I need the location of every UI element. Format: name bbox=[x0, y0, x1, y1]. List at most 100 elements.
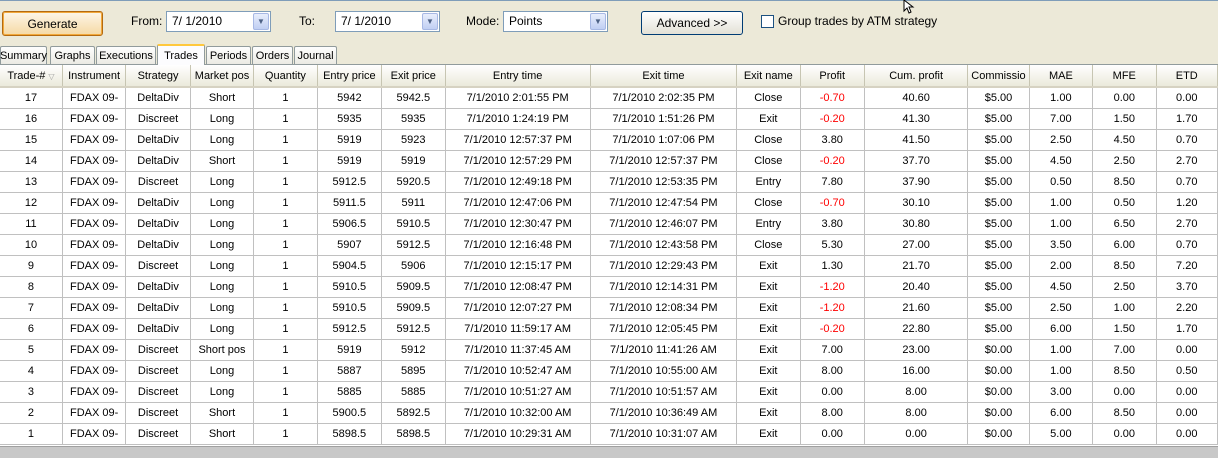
column-header-label: Entry time bbox=[492, 69, 543, 82]
column-header-mfe[interactable]: MFE bbox=[1092, 65, 1157, 88]
column-header-exit-time[interactable]: Exit time bbox=[590, 65, 738, 88]
table-cell: 3.80 bbox=[800, 213, 865, 235]
column-header-quantity[interactable]: Quantity bbox=[253, 65, 318, 88]
table-cell: 5892.5 bbox=[381, 402, 446, 424]
table-cell: FDAX 09- bbox=[62, 87, 127, 109]
table-cell: 5906.5 bbox=[317, 213, 383, 235]
group-trades-checkbox[interactable] bbox=[761, 15, 774, 28]
from-date-picker[interactable]: 7/ 1/2010 ▼ bbox=[166, 11, 271, 32]
tab-journal[interactable]: Journal bbox=[294, 46, 337, 64]
table-row[interactable]: 17 FDAX 09- DeltaDiv Short 1 5942 5942.5 7/1/20… bbox=[0, 87, 1218, 109]
generate-button[interactable]: Generate bbox=[2, 11, 103, 36]
table-row[interactable]: 15 FDAX 09- DeltaDiv Long 1 5919 5923 7/1/2010 … bbox=[0, 129, 1218, 151]
table-cell: 0.00 bbox=[1156, 339, 1218, 361]
tab-periods[interactable]: Periods bbox=[206, 46, 251, 64]
table-cell: 1.00 bbox=[1029, 192, 1094, 214]
table-cell: $0.00 bbox=[967, 360, 1030, 382]
mode-select[interactable]: Points ▼ bbox=[503, 11, 608, 32]
table-cell: 7/1/2010 11:59:17 AM bbox=[445, 318, 591, 340]
table-cell: DeltaDiv bbox=[125, 213, 191, 235]
table-cell: Discreet bbox=[125, 171, 191, 193]
table-cell: 8.00 bbox=[864, 402, 969, 424]
table-cell: 5910.5 bbox=[381, 213, 446, 235]
table-cell: 0.00 bbox=[1092, 381, 1157, 403]
table-row[interactable]: 8 FDAX 09- DeltaDiv Long 1 5910.5 5909.5 7/1/20… bbox=[0, 276, 1218, 298]
chevron-down-icon[interactable]: ▼ bbox=[590, 13, 606, 30]
table-row[interactable]: 9 FDAX 09- Discreet Long 1 5904.5 5906 7/1/2010… bbox=[0, 255, 1218, 277]
column-header-exit-name[interactable]: Exit name bbox=[736, 65, 801, 88]
table-cell: $5.00 bbox=[967, 192, 1030, 214]
table-cell: 2.20 bbox=[1156, 297, 1218, 319]
tab-trades[interactable]: Trades bbox=[157, 44, 205, 65]
chevron-down-icon[interactable]: ▼ bbox=[253, 13, 269, 30]
table-cell: 1 bbox=[253, 339, 318, 361]
table-row[interactable]: 7 FDAX 09- DeltaDiv Long 1 5910.5 5909.5 7/1/20… bbox=[0, 297, 1218, 319]
table-cell: -0.70 bbox=[800, 192, 865, 214]
table-row[interactable]: 14 FDAX 09- DeltaDiv Short 1 5919 5919 7/1/2010… bbox=[0, 150, 1218, 172]
table-row[interactable]: 4 FDAX 09- Discreet Long 1 5887 5895 7/1/2010 1… bbox=[0, 360, 1218, 382]
trades-grid[interactable]: Trade-# ▽ Instrument Strategy Market pos Quan… bbox=[0, 64, 1218, 446]
table-row[interactable]: 13 FDAX 09- Discreet Long 1 5912.5 5920.5 7/1/2… bbox=[0, 171, 1218, 193]
table-row[interactable]: 16 FDAX 09- Discreet Long 1 5935 5935 7/1/2010 … bbox=[0, 108, 1218, 130]
table-cell: 6.00 bbox=[1092, 234, 1157, 256]
table-cell: $5.00 bbox=[967, 234, 1030, 256]
table-cell: 7/1/2010 2:01:55 PM bbox=[445, 87, 591, 109]
column-header-exit-price[interactable]: Exit price bbox=[381, 65, 446, 88]
chevron-down-icon[interactable]: ▼ bbox=[422, 13, 438, 30]
table-row[interactable]: 11 FDAX 09- DeltaDiv Long 1 5906.5 5910.5 7/1/2… bbox=[0, 213, 1218, 235]
table-cell: 5920.5 bbox=[381, 171, 446, 193]
advanced-button[interactable]: Advanced >> bbox=[641, 11, 743, 35]
table-cell: FDAX 09- bbox=[62, 339, 127, 361]
table-cell: Exit bbox=[736, 423, 801, 445]
column-header-market-pos[interactable]: Market pos bbox=[190, 65, 255, 88]
table-row[interactable]: 10 FDAX 09- DeltaDiv Long 1 5907 5912.5 7/1/201… bbox=[0, 234, 1218, 256]
tab-orders[interactable]: Orders bbox=[252, 46, 293, 64]
table-cell: Long bbox=[190, 234, 255, 256]
column-header-entry-time[interactable]: Entry time bbox=[445, 65, 591, 88]
table-cell: 2.70 bbox=[1156, 213, 1218, 235]
table-cell: 7/1/2010 11:41:26 AM bbox=[590, 339, 738, 361]
table-cell: 1.50 bbox=[1092, 318, 1157, 340]
table-cell: 1 bbox=[253, 381, 318, 403]
table-cell: 7/1/2010 12:16:48 PM bbox=[445, 234, 591, 256]
column-header-mae[interactable]: MAE bbox=[1029, 65, 1094, 88]
to-date-value: 7/ 1/2010 bbox=[341, 14, 392, 28]
column-header-cum-profit[interactable]: Cum. profit bbox=[864, 65, 969, 88]
column-header-etd[interactable]: ETD bbox=[1156, 65, 1218, 88]
column-header-profit[interactable]: Profit bbox=[800, 65, 865, 88]
table-row[interactable]: 1 FDAX 09- Discreet Short 1 5898.5 5898.5 7/1/2… bbox=[0, 423, 1218, 445]
table-row[interactable]: 12 FDAX 09- DeltaDiv Long 1 5911.5 5911 7/1/201… bbox=[0, 192, 1218, 214]
table-cell: 13 bbox=[0, 171, 63, 193]
column-header-trade[interactable]: Trade-# ▽ bbox=[0, 65, 63, 88]
table-cell: 1.30 bbox=[800, 255, 865, 277]
table-row[interactable]: 6 FDAX 09- DeltaDiv Long 1 5912.5 5912.5 7/1/20… bbox=[0, 318, 1218, 340]
table-cell: 23.00 bbox=[864, 339, 969, 361]
table-cell: 37.70 bbox=[864, 150, 969, 172]
table-cell: 1 bbox=[0, 423, 63, 445]
tab-graphs[interactable]: Graphs bbox=[50, 46, 95, 64]
group-trades-label[interactable]: Group trades by ATM strategy bbox=[778, 14, 937, 28]
table-cell: 8.50 bbox=[1092, 360, 1157, 382]
table-cell: 7/1/2010 10:36:49 AM bbox=[590, 402, 738, 424]
table-cell: -0.20 bbox=[800, 318, 865, 340]
table-cell: 5919 bbox=[317, 129, 383, 151]
column-header-instrument[interactable]: Instrument bbox=[62, 65, 127, 88]
table-cell: 41.50 bbox=[864, 129, 969, 151]
column-header-strategy[interactable]: Strategy bbox=[125, 65, 191, 88]
tab-summary[interactable]: Summary bbox=[0, 46, 47, 64]
table-cell: Exit bbox=[736, 318, 801, 340]
table-cell: 1.00 bbox=[1029, 213, 1094, 235]
column-header-commissio[interactable]: Commissio bbox=[967, 65, 1030, 88]
table-cell: $0.00 bbox=[967, 339, 1030, 361]
table-cell: 5885 bbox=[381, 381, 446, 403]
table-row[interactable]: 3 FDAX 09- Discreet Long 1 5885 5885 7/1/2010 1… bbox=[0, 381, 1218, 403]
to-date-picker[interactable]: 7/ 1/2010 ▼ bbox=[335, 11, 440, 32]
table-row[interactable]: 2 FDAX 09- Discreet Short 1 5900.5 5892.5 7/1/2… bbox=[0, 402, 1218, 424]
table-row[interactable]: 5 FDAX 09- Discreet Short pos 1 5919 5912 7/1/2… bbox=[0, 339, 1218, 361]
table-cell: 5895 bbox=[381, 360, 446, 382]
table-cell: 5.00 bbox=[1029, 423, 1094, 445]
table-cell: 8 bbox=[0, 276, 63, 298]
tab-executions[interactable]: Executions bbox=[96, 46, 156, 64]
column-header-entry-price[interactable]: Entry price bbox=[317, 65, 383, 88]
table-cell: 7/1/2010 12:14:31 PM bbox=[590, 276, 738, 298]
